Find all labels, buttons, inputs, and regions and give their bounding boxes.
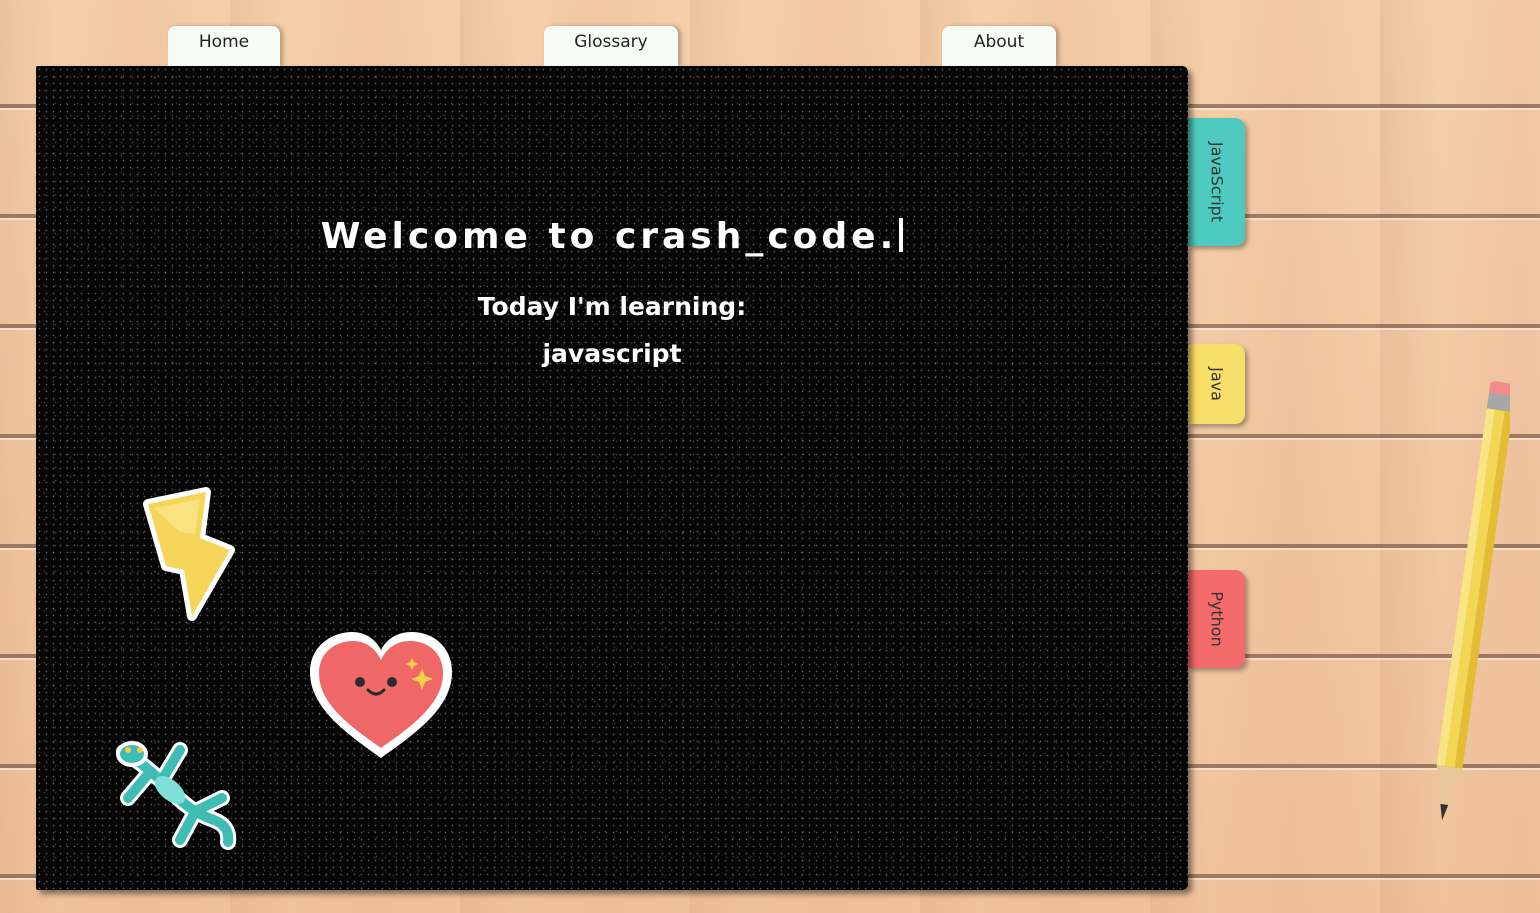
side-tab-java-label: Java [1207, 367, 1226, 401]
side-tab-python-label: Python [1207, 591, 1226, 647]
lightning-bolt-sticker [143, 487, 235, 621]
chalkboard: Welcome to crash_code. Today I'm learnin… [36, 66, 1188, 890]
side-tab-java[interactable]: Java [1188, 344, 1245, 424]
nav-tab-about[interactable]: About [942, 26, 1056, 66]
page-title-text: Welcome to crash_code. [320, 216, 898, 257]
pencil-decoration [1436, 381, 1510, 821]
learning-label: Today I'm learning: [477, 292, 747, 321]
typing-cursor [899, 218, 904, 252]
learning-value: javascript [542, 339, 682, 368]
nav-tab-home[interactable]: Home [168, 26, 280, 66]
page-title: Welcome to crash_code. [36, 216, 1188, 257]
gecko-sticker [116, 741, 237, 850]
side-tab-python[interactable]: Python [1188, 570, 1245, 668]
nav-tab-glossary[interactable]: Glossary [544, 26, 678, 66]
side-tab-javascript[interactable]: JavaScript [1188, 118, 1245, 246]
heart-sticker [310, 632, 452, 758]
side-tab-javascript-label: JavaScript [1207, 141, 1226, 223]
